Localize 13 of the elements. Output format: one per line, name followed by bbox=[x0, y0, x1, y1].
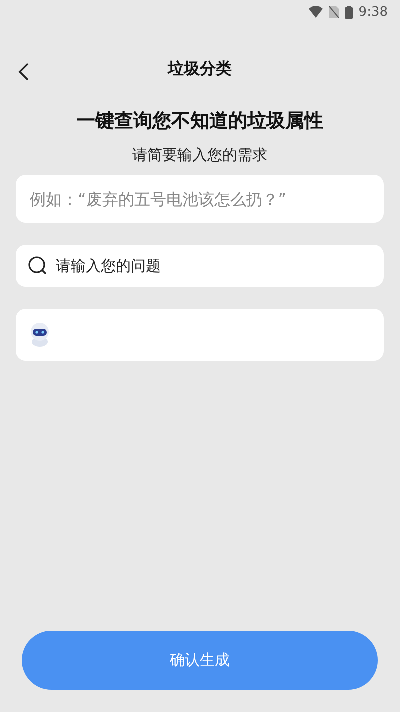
battery-icon bbox=[344, 6, 353, 18]
search-field[interactable]: 请输入您的问题 bbox=[16, 245, 384, 287]
wifi-icon bbox=[308, 6, 323, 18]
no-sim-icon bbox=[328, 6, 339, 18]
confirm-button[interactable]: 确认生成 bbox=[22, 631, 378, 690]
search-icon bbox=[28, 256, 48, 276]
robot-icon bbox=[28, 322, 52, 348]
page-title: 垃圾分类 bbox=[168, 58, 232, 80]
chevron-left-icon bbox=[18, 62, 30, 82]
headline: 一键查询您不知道的垃圾属性 bbox=[76, 109, 324, 134]
subtitle: 请简要输入您的需求 bbox=[132, 146, 268, 165]
status-time: 9:38 bbox=[358, 4, 388, 20]
input-field[interactable]: 例如：“废弃的五号电池该怎么扔？” bbox=[16, 175, 384, 223]
